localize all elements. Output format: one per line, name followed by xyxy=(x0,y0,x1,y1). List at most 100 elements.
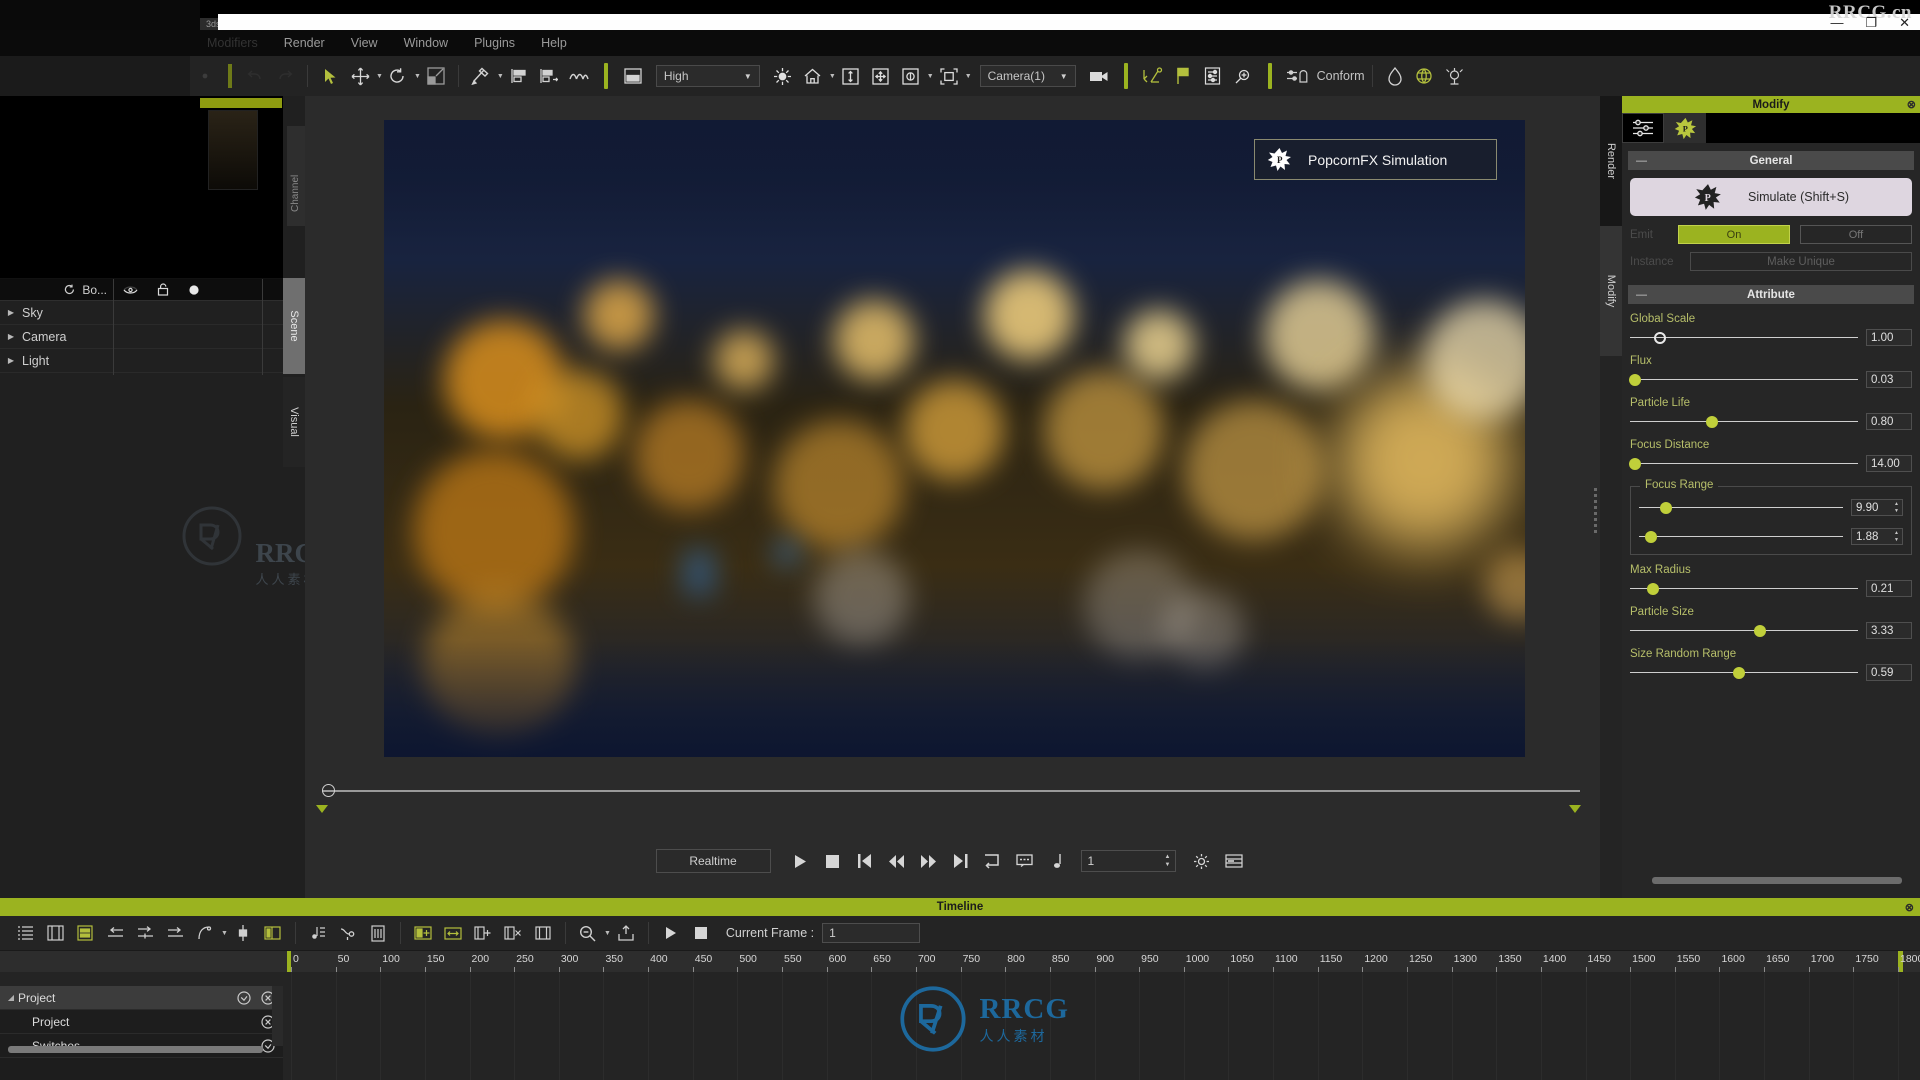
insert-key-icon[interactable] xyxy=(468,920,498,946)
frame-selection-icon[interactable] xyxy=(934,62,964,90)
fit-range-icon[interactable] xyxy=(438,920,468,946)
tab-modify[interactable]: Modify xyxy=(1600,226,1622,356)
emit-off-button[interactable]: Off xyxy=(1800,225,1912,244)
range-select-icon[interactable] xyxy=(258,920,288,946)
tab-popcornfx[interactable]: P xyxy=(1664,113,1706,143)
tab-sliders[interactable] xyxy=(1622,113,1664,143)
tree-row-sky[interactable]: ▶ Sky xyxy=(0,301,283,325)
align-right-icon[interactable] xyxy=(534,62,564,90)
material-thumbnail[interactable] xyxy=(208,110,258,190)
param-spinner[interactable]: ▲ ▼ xyxy=(1892,529,1901,544)
range-start-marker[interactable] xyxy=(316,805,328,813)
play-icon[interactable] xyxy=(785,848,817,874)
align-icon[interactable] xyxy=(504,62,534,90)
conform-icon[interactable] xyxy=(1282,62,1312,90)
param-value[interactable]: 1.88 ▲ ▼ xyxy=(1851,528,1903,545)
zoom-region-caret-icon[interactable]: ▼ xyxy=(927,73,934,80)
sheet-icon[interactable] xyxy=(363,920,393,946)
timeline-play-icon[interactable] xyxy=(656,920,686,946)
home-dropdown-caret-icon[interactable]: ▼ xyxy=(829,73,836,80)
timeline-stop-icon[interactable] xyxy=(686,920,716,946)
param-value[interactable]: 0.80 xyxy=(1866,413,1912,430)
note-icon[interactable] xyxy=(1041,848,1073,874)
menu-item-help[interactable]: Help xyxy=(528,30,580,56)
viewport-time-slider-track[interactable] xyxy=(322,790,1580,792)
light-icon[interactable] xyxy=(768,62,798,90)
param-slider[interactable] xyxy=(1630,582,1858,596)
make-unique-button[interactable]: Make Unique xyxy=(1690,252,1912,271)
param-value[interactable]: 0.21 xyxy=(1866,580,1912,597)
tab-visual[interactable]: Visual xyxy=(283,377,305,467)
zoom-dropdown-caret-icon[interactable]: ▼ xyxy=(604,930,611,937)
expand-arrow-icon[interactable]: ▶ xyxy=(0,308,22,317)
move-icon[interactable] xyxy=(345,62,375,90)
home-icon[interactable] xyxy=(798,62,828,90)
key-add-icon[interactable] xyxy=(130,920,160,946)
spline-icon[interactable] xyxy=(564,62,594,90)
render-engine-icon[interactable] xyxy=(1440,62,1470,90)
close-icon[interactable]: ⊗ xyxy=(1907,98,1916,111)
attribute-section-header[interactable]: — Attribute xyxy=(1628,285,1914,304)
zoom-out-icon[interactable] xyxy=(573,920,603,946)
timeline-ruler[interactable]: 0 50 100 150 200 250 300 350 400 450 500 550 600 650 7… xyxy=(0,950,1920,973)
param-slider[interactable] xyxy=(1628,373,1858,387)
general-section-header[interactable]: — General xyxy=(1628,151,1914,170)
keyframe-panel-icon[interactable] xyxy=(40,920,70,946)
frame-spinner[interactable]: ▲ ▼ xyxy=(1162,851,1174,871)
list-icon[interactable] xyxy=(1218,848,1250,874)
redo-icon[interactable] xyxy=(270,62,300,90)
right-dock-scrollbar[interactable] xyxy=(1652,877,1902,884)
param-value[interactable]: 0.03 xyxy=(1866,371,1912,388)
zoom-region-icon[interactable] xyxy=(896,62,926,90)
tree-row-light[interactable]: ▶ Light xyxy=(0,349,283,373)
expand-arrow-icon[interactable]: ▶ xyxy=(0,356,22,365)
camera-icon[interactable] xyxy=(1084,62,1114,90)
eye-icon[interactable] xyxy=(123,285,138,295)
properties-list-icon[interactable] xyxy=(1198,62,1228,90)
render-setup-icon[interactable] xyxy=(1380,62,1410,90)
simulate-button[interactable]: P Simulate (Shift+S) xyxy=(1630,178,1912,216)
tree-row-camera[interactable]: ▶ Camera xyxy=(0,325,283,349)
scale-icon[interactable] xyxy=(421,62,451,90)
quality-select[interactable]: High ▼ xyxy=(655,65,760,87)
camera-select[interactable]: Camera(1) ▼ xyxy=(979,65,1076,87)
move-dropdown-caret-icon[interactable]: ▼ xyxy=(376,73,383,80)
key-tangent-icon[interactable] xyxy=(333,920,363,946)
menu-item-modifiers[interactable]: Modifiers xyxy=(194,30,271,56)
render-dot-icon[interactable] xyxy=(188,284,200,296)
maximize-icon[interactable]: ❐ xyxy=(1865,16,1877,29)
key-prev-icon[interactable] xyxy=(100,920,130,946)
ease-dropdown-caret-icon[interactable]: ▼ xyxy=(221,930,228,937)
go-to-start-icon[interactable] xyxy=(849,848,881,874)
project-row-0[interactable]: ◢ Project xyxy=(0,986,283,1010)
project-scrollbar[interactable] xyxy=(8,1046,263,1053)
collapse-icon[interactable]: — xyxy=(1636,155,1647,167)
pan-fit-icon[interactable] xyxy=(866,62,896,90)
param-slider[interactable] xyxy=(1630,331,1858,345)
viewport[interactable] xyxy=(305,96,1600,906)
delete-key-icon[interactable] xyxy=(498,920,528,946)
flag-icon[interactable] xyxy=(1168,62,1198,90)
param-slider[interactable] xyxy=(1630,666,1858,680)
tab-scene[interactable]: Scene xyxy=(283,278,305,374)
param-value[interactable]: 3.33 xyxy=(1866,622,1912,639)
param-slider[interactable] xyxy=(1639,501,1843,515)
curve-dropdown-caret-icon[interactable]: ▼ xyxy=(497,73,504,80)
step-forward-icon[interactable] xyxy=(913,848,945,874)
split-key-icon[interactable] xyxy=(528,920,558,946)
zoom-fit-vertical-icon[interactable] xyxy=(836,62,866,90)
ease-curve-icon[interactable] xyxy=(190,920,220,946)
check-circle-icon[interactable] xyxy=(237,990,251,1005)
snapshot-icon[interactable] xyxy=(1138,62,1168,90)
minimize-icon[interactable]: — xyxy=(1830,16,1843,29)
export-icon[interactable] xyxy=(611,920,641,946)
expand-arrow-icon[interactable]: ◢ xyxy=(4,993,18,1002)
step-back-icon[interactable] xyxy=(881,848,913,874)
rotate-icon[interactable] xyxy=(383,62,413,90)
lock-icon[interactable] xyxy=(157,283,169,296)
param-slider[interactable] xyxy=(1630,415,1858,429)
project-row-1[interactable]: Project xyxy=(0,1010,283,1034)
rotate-dropdown-caret-icon[interactable]: ▼ xyxy=(414,73,421,80)
key-center-icon[interactable] xyxy=(228,920,258,946)
loop-icon[interactable] xyxy=(977,848,1009,874)
